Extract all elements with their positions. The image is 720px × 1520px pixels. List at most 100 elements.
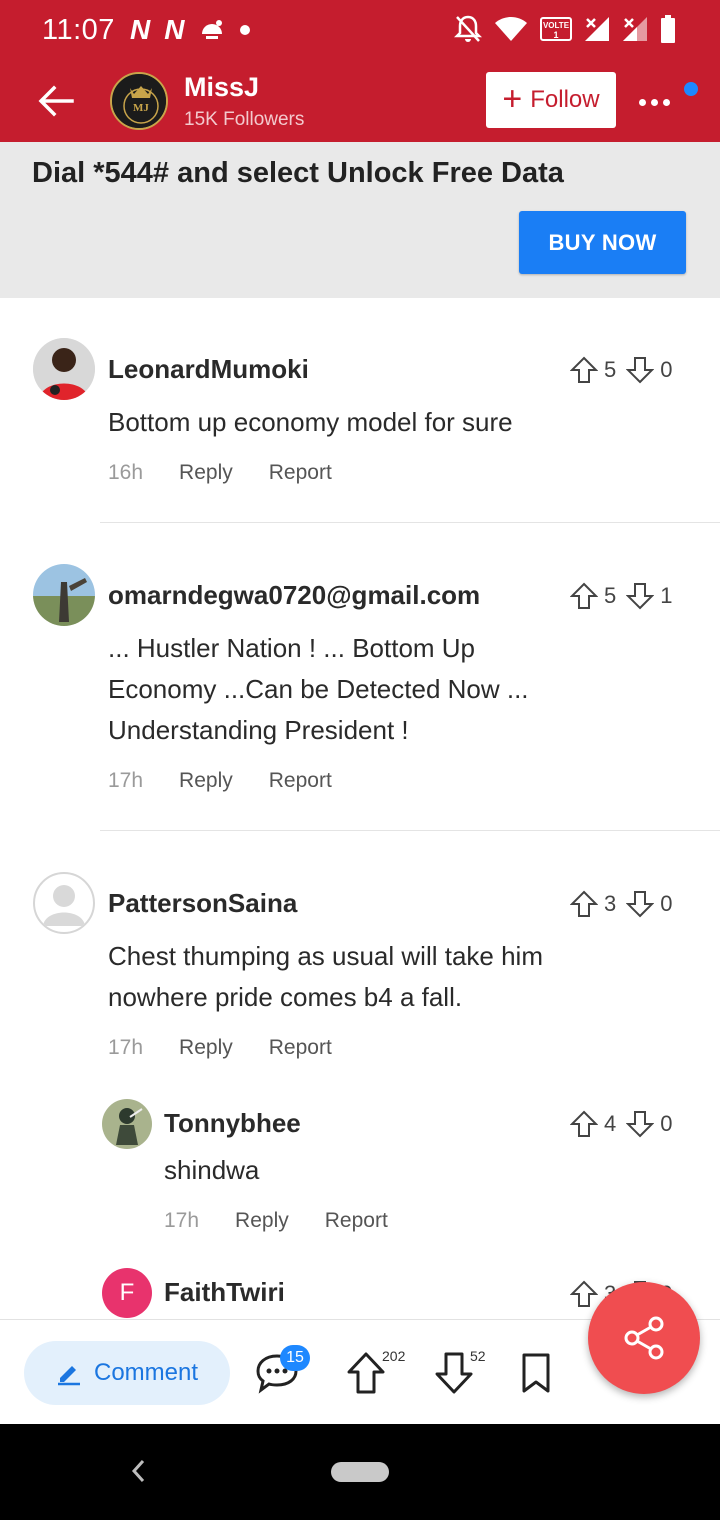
comment-time: 16h xyxy=(108,461,144,484)
avatar[interactable] xyxy=(33,564,95,626)
signal-icon xyxy=(585,17,609,41)
comment-username[interactable]: FaithTwiri xyxy=(164,1277,285,1308)
dot-icon xyxy=(240,25,251,35)
report-button[interactable]: Report xyxy=(269,769,332,793)
upvote-total: 202 xyxy=(382,1348,406,1364)
comment-username[interactable]: LeonardMumoki xyxy=(108,354,309,385)
channel-header: MJ MissJ 15K Followers + Follow xyxy=(0,60,720,142)
report-button[interactable]: Report xyxy=(269,461,332,485)
status-right-icons: VOLTE 1 xyxy=(454,14,676,44)
comment-text-line: Understanding President ! xyxy=(108,715,409,745)
avatar[interactable]: F xyxy=(102,1268,152,1318)
more-dot xyxy=(650,98,658,106)
buy-now-button[interactable]: BUY NOW xyxy=(519,211,686,274)
nav-home-pill[interactable] xyxy=(331,1462,389,1482)
more-dot xyxy=(662,98,670,106)
comment-count-badge: 15 xyxy=(280,1345,310,1371)
follow-label: Follow xyxy=(530,86,600,113)
status-time: 11:07 xyxy=(42,14,115,46)
upvote-icon[interactable] xyxy=(570,356,598,384)
avatar[interactable] xyxy=(102,1099,152,1149)
comment-meta: 17h Reply Report xyxy=(164,1209,388,1233)
status-bar: 11:07 N N VOLTE 1 xyxy=(0,0,720,60)
comment-text: Bottom up economy model for sure xyxy=(108,407,513,437)
default-user-icon xyxy=(43,885,85,926)
upvote-icon[interactable] xyxy=(570,1110,598,1138)
crown-logo-icon: MJ xyxy=(112,74,166,128)
signal-icon xyxy=(623,17,647,41)
reply-button[interactable]: Reply xyxy=(179,1036,233,1060)
svg-text:MJ: MJ xyxy=(133,102,149,114)
reply-button[interactable]: Reply xyxy=(235,1209,289,1233)
comment-text: ... Hustler Nation ! ... Bottom Up Econo… xyxy=(108,628,529,751)
reply-button[interactable]: Reply xyxy=(179,769,233,793)
comment-text-line: nowhere pride comes b4 a fall. xyxy=(108,982,463,1012)
comment-meta: 17h Reply Report xyxy=(108,769,332,793)
avatar[interactable] xyxy=(33,872,95,934)
upvote-icon[interactable] xyxy=(570,890,598,918)
comment-meta: 17h Reply Report xyxy=(108,1036,332,1060)
downvote-icon xyxy=(435,1352,473,1394)
upvote-icon[interactable] xyxy=(570,582,598,610)
comment-votes: 5 0 xyxy=(570,356,683,384)
comment-votes: 4 0 xyxy=(570,1110,683,1138)
pencil-icon xyxy=(57,1366,80,1386)
channel-avatar[interactable]: MJ xyxy=(110,72,168,130)
comment-time: 17h xyxy=(164,1209,200,1232)
share-icon xyxy=(624,1316,664,1360)
battery-icon xyxy=(661,15,675,43)
reply-button[interactable]: Reply xyxy=(179,461,233,485)
plus-icon: + xyxy=(502,79,523,118)
follow-button[interactable]: + Follow xyxy=(486,72,616,128)
share-button[interactable] xyxy=(588,1282,700,1394)
ad-text: Dial *544# and select Unlock Free Data xyxy=(32,157,564,189)
downvote-icon[interactable] xyxy=(626,1110,655,1138)
back-button[interactable] xyxy=(32,77,80,125)
downvote-count: 0 xyxy=(660,357,673,382)
comment-text: Chest thumping as usual will take him no… xyxy=(108,936,543,1018)
n-app-icon: N xyxy=(130,14,151,45)
downvote-icon[interactable] xyxy=(626,356,655,384)
comment-time: 17h xyxy=(108,769,144,792)
notification-dot xyxy=(684,82,698,96)
downvote-count: 0 xyxy=(660,1111,673,1136)
bookmark-icon xyxy=(522,1353,550,1393)
upvote-count: 4 xyxy=(604,1111,617,1136)
status-left-icons: N N xyxy=(130,14,251,45)
nav-back-icon[interactable] xyxy=(128,1456,148,1486)
comment-votes: 3 0 xyxy=(570,890,683,918)
downvote-count: 0 xyxy=(660,891,673,916)
upvote-count: 5 xyxy=(604,357,617,382)
comment-text-line: ... Hustler Nation ! ... Bottom Up xyxy=(108,633,476,663)
downvote-icon[interactable] xyxy=(626,582,655,610)
report-button[interactable]: Report xyxy=(325,1209,388,1233)
wifi-icon xyxy=(495,17,527,41)
more-options-button[interactable] xyxy=(632,82,676,122)
channel-name[interactable]: MissJ xyxy=(184,72,259,103)
divider xyxy=(100,830,720,831)
more-dot xyxy=(638,98,646,106)
comment-button[interactable]: Comment xyxy=(24,1341,230,1405)
comment-votes: 5 1 xyxy=(570,582,683,610)
downvote-count: 1 xyxy=(660,583,673,608)
comment-button-label: Comment xyxy=(93,1359,199,1386)
upvote-icon xyxy=(347,1352,385,1394)
mute-icon xyxy=(454,15,482,42)
comment-username[interactable]: omarndegwa0720@gmail.com xyxy=(108,580,480,611)
upvote-icon[interactable] xyxy=(570,1280,598,1308)
ad-banner[interactable]: Dial *544# and select Unlock Free Data B… xyxy=(0,142,720,298)
comment-username[interactable]: Tonnybhee xyxy=(164,1108,301,1139)
svg-text:1: 1 xyxy=(553,30,558,40)
downvote-icon[interactable] xyxy=(626,890,655,918)
volte-icon: VOLTE1 xyxy=(540,17,572,41)
notification-icon xyxy=(202,20,223,39)
n-app-icon: N xyxy=(164,14,185,45)
comment-meta: 16h Reply Report xyxy=(108,461,332,485)
report-button[interactable]: Report xyxy=(269,1036,332,1060)
comment-time: 17h xyxy=(108,1036,144,1059)
follower-count: 15K Followers xyxy=(184,109,305,130)
comment-username[interactable]: PattersonSaina xyxy=(108,888,297,919)
bookmark-button[interactable] xyxy=(518,1352,554,1394)
upvote-count: 5 xyxy=(604,583,617,608)
avatar[interactable] xyxy=(33,338,95,400)
